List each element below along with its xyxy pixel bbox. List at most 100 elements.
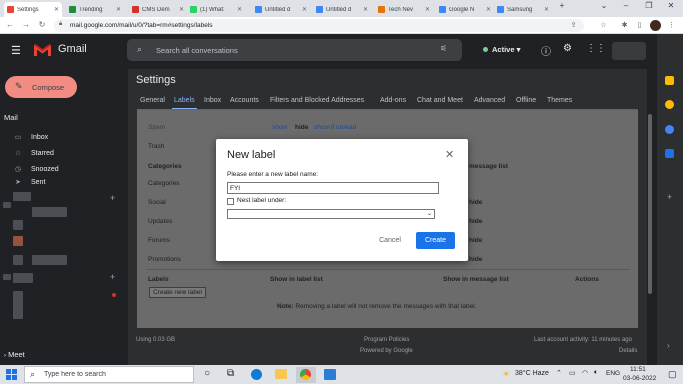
apps-grid-icon[interactable]: ⋮⋮ [586, 43, 606, 54]
extensions-icon[interactable]: ✱ [619, 20, 630, 31]
program-policies-link[interactable]: Program Policies [364, 337, 409, 343]
forward-icon[interactable]: → [20, 19, 32, 31]
browser-tab[interactable]: Google N ✕ [436, 2, 494, 17]
settings-tab[interactable]: Add-ons [380, 97, 406, 104]
volume-icon[interactable]: 🔈︎ [594, 369, 598, 377]
tray-chevron-icon[interactable]: ⌃ [556, 369, 562, 377]
settings-tab[interactable]: Accounts [230, 97, 259, 104]
browser-tab[interactable]: Tech Nev ✕ [375, 2, 433, 17]
tab-close-icon[interactable]: ✕ [425, 6, 430, 13]
row-trash: Trash [148, 143, 165, 150]
settings-tab[interactable]: Inbox [204, 97, 221, 104]
chrome-taskbar-active[interactable] [296, 367, 316, 383]
clock-date[interactable]: 03-06-2022 [623, 375, 656, 382]
create-new-label-button[interactable]: Create new label [149, 287, 206, 298]
tab-close-icon[interactable]: ✕ [363, 6, 368, 13]
tab-close-icon[interactable]: ✕ [302, 6, 307, 13]
status-button[interactable]: Active ▾ [492, 45, 520, 54]
search-bar[interactable]: ⌕ Search all conversations ⚟ [127, 39, 462, 61]
gmail-logo-icon[interactable] [34, 44, 51, 56]
settings-tab[interactable]: Labels [174, 97, 195, 104]
settings-gear-icon[interactable]: ⚙ [563, 43, 572, 54]
weather-text[interactable]: 38°C Haze [515, 370, 549, 377]
taskbar-search-box[interactable]: ⌕ Type here to search [24, 366, 194, 383]
restore-icon[interactable]: ❐ [643, 1, 655, 10]
app-icon[interactable] [324, 369, 336, 380]
spam-show-link[interactable]: show [272, 124, 287, 131]
settings-tab[interactable]: Chat and Meet [417, 97, 463, 104]
task-view-icon[interactable]: ⧉ [227, 368, 234, 379]
omnibox[interactable]: 🔒︎ mail.google.com/mail/u/0/?tab=rm#sett… [54, 19, 584, 32]
chrome-menu-icon[interactable]: ⋮ [666, 20, 677, 31]
browser-tab[interactable]: Settings ✕ [4, 2, 62, 17]
tray-app-icon[interactable]: ▭ [569, 369, 576, 377]
star-icon: ☆ [14, 150, 22, 157]
tasks-icon[interactable] [665, 125, 674, 134]
close-window-icon[interactable]: ✕ [665, 1, 677, 10]
tab-close-icon[interactable]: ✕ [486, 6, 491, 13]
minimize-icon[interactable]: – [620, 1, 632, 10]
search-options-icon[interactable]: ⚟ [440, 44, 447, 53]
calendar-icon[interactable] [665, 76, 674, 85]
back-icon[interactable]: ← [4, 19, 16, 31]
browser-tab[interactable]: CMS Dem ✕ [129, 2, 187, 17]
tab-search-icon[interactable]: ⌄ [598, 1, 610, 10]
nav-inbox[interactable]: ▭ Inbox [0, 130, 128, 144]
close-icon[interactable]: ✕ [445, 148, 454, 161]
edge-icon[interactable] [251, 369, 262, 380]
settings-tab[interactable]: Filters and Blocked Addresses [270, 97, 364, 104]
cortana-icon[interactable]: ○ [204, 368, 210, 379]
parent-label-select[interactable]: ⌄ [227, 209, 435, 219]
blurred-label [13, 273, 33, 283]
spam-show-if-unread-link[interactable]: show if unread [314, 124, 356, 131]
blurred-label [13, 192, 31, 201]
details-link[interactable]: Details [619, 348, 637, 354]
tab-close-icon[interactable]: ✕ [544, 6, 549, 13]
tab-close-icon[interactable]: ✕ [179, 6, 184, 13]
side-panel-icon[interactable]: ▯ [634, 20, 645, 31]
settings-tab[interactable]: Offline [516, 97, 536, 104]
tab-close-icon[interactable]: ✕ [237, 6, 242, 13]
input-language[interactable]: ENG [606, 370, 620, 377]
file-explorer-icon[interactable] [275, 369, 287, 379]
settings-tab[interactable]: Advanced [474, 97, 505, 104]
search-icon[interactable]: ⌕ [137, 44, 142, 55]
add-addon-icon[interactable]: + [667, 192, 672, 202]
nav-snoozed[interactable]: ◷ Snoozed [0, 162, 128, 176]
profile-avatar[interactable] [650, 20, 661, 31]
add-label-icon[interactable]: + [110, 193, 115, 203]
compose-button[interactable]: ✎ Compose [5, 76, 77, 98]
browser-tab[interactable]: Untitled d ✕ [252, 2, 310, 17]
browser-tab[interactable]: (1) What: ✕ [187, 2, 245, 17]
add-item-icon[interactable]: + [110, 272, 115, 282]
nest-label-checkbox[interactable] [227, 198, 234, 205]
browser-tab[interactable]: Trending ✕ [66, 2, 124, 17]
browser-tab[interactable]: Samsung ✕ [494, 2, 552, 17]
dialog-title: New label [227, 149, 276, 161]
account-area[interactable] [612, 42, 646, 60]
nav-sent[interactable]: ➤ Sent [0, 178, 128, 187]
label-name-input[interactable] [227, 182, 439, 194]
create-button[interactable]: Create [416, 232, 455, 249]
clock-time[interactable]: 11:51 [630, 366, 646, 373]
contacts-icon[interactable] [665, 149, 674, 158]
browser-tab[interactable]: Untitled d ✕ [313, 2, 371, 17]
main-menu-icon[interactable]: ☰ [11, 44, 21, 57]
bookmark-star-icon[interactable]: ☆ [598, 20, 609, 31]
share-icon[interactable]: ⇪ [568, 20, 579, 31]
help-icon[interactable]: ⓘ [541, 43, 551, 58]
settings-tab[interactable]: Themes [547, 97, 572, 104]
windows-start-icon[interactable] [6, 369, 17, 380]
keep-icon[interactable] [665, 100, 674, 109]
new-tab-button[interactable]: + [556, 1, 568, 10]
tab-close-icon[interactable]: ✕ [116, 6, 121, 13]
expand-panel-icon[interactable]: › [667, 341, 670, 350]
tab-close-icon[interactable]: ✕ [54, 6, 59, 13]
notifications-icon[interactable]: ▢ [668, 369, 677, 380]
reload-icon[interactable]: ↻ [36, 19, 48, 31]
nav-starred[interactable]: ☆ Starred [0, 146, 128, 160]
scrollbar[interactable] [648, 114, 652, 294]
cancel-button[interactable]: Cancel [373, 232, 407, 249]
settings-tab[interactable]: General [140, 97, 165, 104]
wifi-icon[interactable]: ◠ [582, 369, 588, 377]
